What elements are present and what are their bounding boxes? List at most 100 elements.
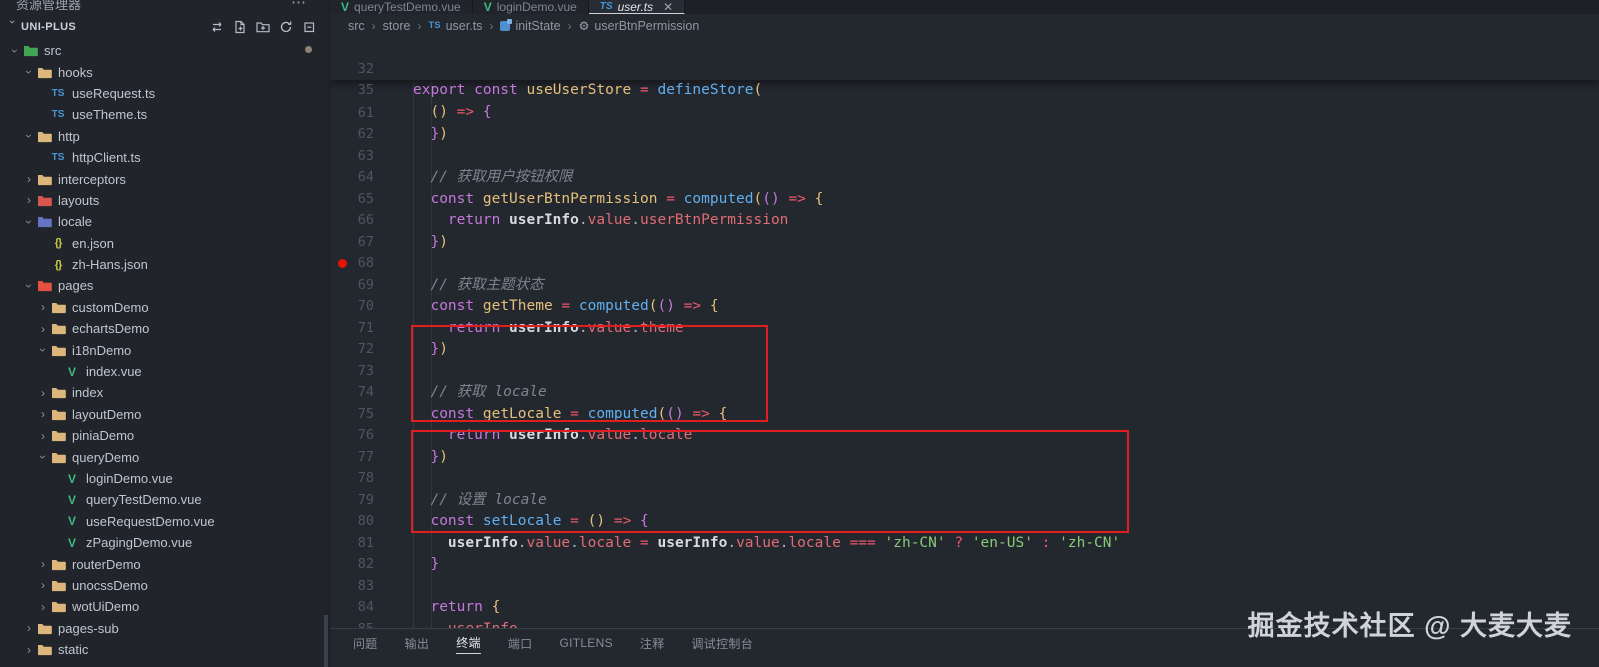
chevron-down-icon: › <box>36 455 50 460</box>
code-editor[interactable]: 61 }) 62 63 // 获取用户按钮权限 64 const getUser… <box>330 37 1599 628</box>
vue-icon: V <box>67 364 76 379</box>
breadcrumb-userBtnPermission[interactable]: ⚙ userBtnPermission <box>579 19 700 33</box>
code-line-76[interactable]: 76 }) <box>330 404 1599 465</box>
tree-item-en.json[interactable]: {} en.json <box>0 233 329 254</box>
panel-tab-调试控制台[interactable]: 调试控制台 <box>692 635 754 654</box>
tree-item-locale[interactable]: › locale <box>0 211 329 232</box>
code-line-66[interactable]: 66 }) <box>330 189 1599 250</box>
chevron-right-icon: › <box>27 621 31 636</box>
breadcrumb-src[interactable]: src <box>348 19 365 33</box>
tree-item-hooks[interactable]: › hooks <box>0 61 329 82</box>
code-line-64[interactable]: 64 const getUserBtnPermission = computed… <box>330 146 1599 207</box>
refresh-icon[interactable] <box>279 20 293 34</box>
tree-item-i18nDemo[interactable]: › i18nDemo <box>0 339 329 360</box>
compare-icon[interactable] <box>210 20 224 34</box>
vue-icon: V <box>67 535 76 550</box>
code-line-78[interactable]: 78 // 设置 locale <box>330 447 1599 508</box>
chevron-right-icon: › <box>41 385 45 400</box>
vscode-window: 资源管理器 ⋯ › UNI-PLUS › src › hooks TS useRequ… <box>0 0 1599 667</box>
code-line-73[interactable]: 73 // 获取 locale <box>330 339 1599 401</box>
chevron-right-icon: › <box>41 407 45 422</box>
tree-item-httpClient.ts[interactable]: TS httpClient.ts <box>0 147 329 168</box>
panel-tab-注释[interactable]: 注释 <box>640 635 665 654</box>
code-line-65[interactable]: 65 return userInfo.value.userBtnPermissi… <box>330 167 1599 229</box>
tree-item-layouts[interactable]: › layouts <box>0 190 329 211</box>
code-line-83[interactable]: 83 return { <box>330 554 1599 616</box>
json-icon: {} <box>54 237 63 250</box>
code-line-70[interactable]: 70 return userInfo.value.theme <box>330 275 1599 336</box>
breadcrumb-store[interactable]: store <box>383 19 411 33</box>
code-line-75[interactable]: 75 return userInfo.value.locale <box>330 382 1599 444</box>
tree-item-static[interactable]: › static <box>0 639 329 660</box>
explorer-sidebar: 资源管理器 ⋯ › UNI-PLUS › src › hooks TS useRequ… <box>0 0 330 667</box>
tree-item-useRequestDemo.vue[interactable]: VuseRequestDemo.vue <box>0 511 329 532</box>
line-number[interactable]: 35 <box>330 80 374 102</box>
tree-item-index.vue[interactable]: Vindex.vue <box>0 361 329 382</box>
panel-tab-输出[interactable]: 输出 <box>405 635 430 654</box>
chevron-down-icon: › <box>8 48 22 53</box>
tab-loginDemo.vue[interactable]: VloginDemo.vue <box>472 0 589 14</box>
gear-icon: ⚙ <box>578 18 590 33</box>
tree-item-interceptors[interactable]: › interceptors <box>0 168 329 189</box>
tree-item-http[interactable]: › http <box>0 126 329 147</box>
more-actions-icon[interactable]: ⋯ <box>291 0 307 11</box>
tree-item-src[interactable]: › src <box>0 40 329 61</box>
explorer-section-header[interactable]: › UNI-PLUS <box>0 14 329 39</box>
panel-tab-端口[interactable]: 端口 <box>508 635 533 654</box>
panel-tab-问题[interactable]: 问题 <box>353 635 378 654</box>
breadcrumb-separator: › <box>371 18 376 33</box>
code-line-62[interactable]: 62 <box>330 103 1599 142</box>
chevron-down-icon: › <box>6 19 18 24</box>
sidebar-scrollbar[interactable] <box>324 615 328 667</box>
tree-item-useRequest.ts[interactable]: TS useRequest.ts <box>0 83 329 104</box>
chevron-right-icon: › <box>41 321 45 336</box>
tree-item-piniaDemo[interactable]: › piniaDemo <box>0 425 329 446</box>
code-line-67[interactable]: 67 <box>330 210 1599 250</box>
breadcrumb-separator: › <box>567 18 572 33</box>
code-line-81[interactable]: 81 } <box>330 511 1599 573</box>
code-line-77[interactable]: 77 <box>330 425 1599 465</box>
code-line-69[interactable]: 69 const getTheme = computed(() => { <box>330 253 1599 315</box>
code-line-71[interactable]: 71 }) <box>330 296 1599 358</box>
code-line-84[interactable]: 84 userInfo, <box>330 576 1599 628</box>
code-line-74[interactable]: 74 const getLocale = computed(() => { <box>330 361 1599 422</box>
tree-item-routerDemo[interactable]: › routerDemo <box>0 553 329 574</box>
tab-queryTestDemo.vue[interactable]: VqueryTestDemo.vue <box>330 0 473 14</box>
code-line-32[interactable]: 32 export const useUserStore = defineSto… <box>330 37 1599 99</box>
breakpoint-icon[interactable] <box>338 259 347 268</box>
tree-item-wotUiDemo[interactable]: › wotUiDemo <box>0 596 329 617</box>
code-line-79[interactable]: 79 const setLocale = () => { <box>330 468 1599 530</box>
code-line-68[interactable]: 68 // 获取主题状态 <box>330 232 1599 293</box>
breadcrumb-separator: › <box>417 18 422 33</box>
code-line-80[interactable]: 80 userInfo.value.locale = userInfo.valu… <box>330 490 1599 551</box>
typescript-icon: TS <box>599 1 613 12</box>
watermark: 掘金技术社区 @ 大麦大麦 <box>1247 611 1572 641</box>
panel-tab-GITLENS[interactable]: GITLENS <box>559 636 612 652</box>
tree-item-pages-sub[interactable]: › pages-sub <box>0 618 329 639</box>
tree-item-useTheme.ts[interactable]: TS useTheme.ts <box>0 104 329 125</box>
collapse-all-icon[interactable] <box>302 20 316 34</box>
breadcrumb-user.ts[interactable]: TS user.ts <box>428 19 482 33</box>
tree-item-unocssDemo[interactable]: › unocssDemo <box>0 575 329 596</box>
close-icon[interactable]: ✕ <box>663 0 673 14</box>
code-line-82[interactable]: 82 <box>330 533 1599 572</box>
tree-item-loginDemo.vue[interactable]: VloginDemo.vue <box>0 468 329 489</box>
tree-item-pages[interactable]: › pages <box>0 275 329 296</box>
new-folder-icon[interactable] <box>256 20 270 34</box>
panel-tab-终端[interactable]: 终端 <box>456 634 481 654</box>
tree-item-index[interactable]: › index <box>0 382 329 403</box>
tree-item-queryTestDemo.vue[interactable]: VqueryTestDemo.vue <box>0 489 329 510</box>
tree-item-zPagingDemo.vue[interactable]: VzPagingDemo.vue <box>0 532 329 553</box>
tree-item-customDemo[interactable]: › customDemo <box>0 297 329 318</box>
code-line-35[interactable]: 35 () => { <box>330 59 1599 120</box>
tab-user.ts[interactable]: TS user.ts ✕ <box>588 0 686 14</box>
tree-item-queryDemo[interactable]: › queryDemo <box>0 446 329 467</box>
tree-item-echartsDemo[interactable]: › echartsDemo <box>0 318 329 339</box>
code-line-63[interactable]: 63 // 获取用户按钮权限 <box>330 124 1599 186</box>
tree-item-zh-Hans.json[interactable]: {} zh-Hans.json <box>0 254 329 275</box>
breadcrumb-initState[interactable]: initState <box>500 18 561 33</box>
new-file-icon[interactable] <box>233 20 247 34</box>
code-line-72[interactable]: 72 <box>330 318 1599 357</box>
explorer-title-row: 资源管理器 ⋯ <box>0 0 329 14</box>
tree-item-layoutDemo[interactable]: › layoutDemo <box>0 404 329 425</box>
